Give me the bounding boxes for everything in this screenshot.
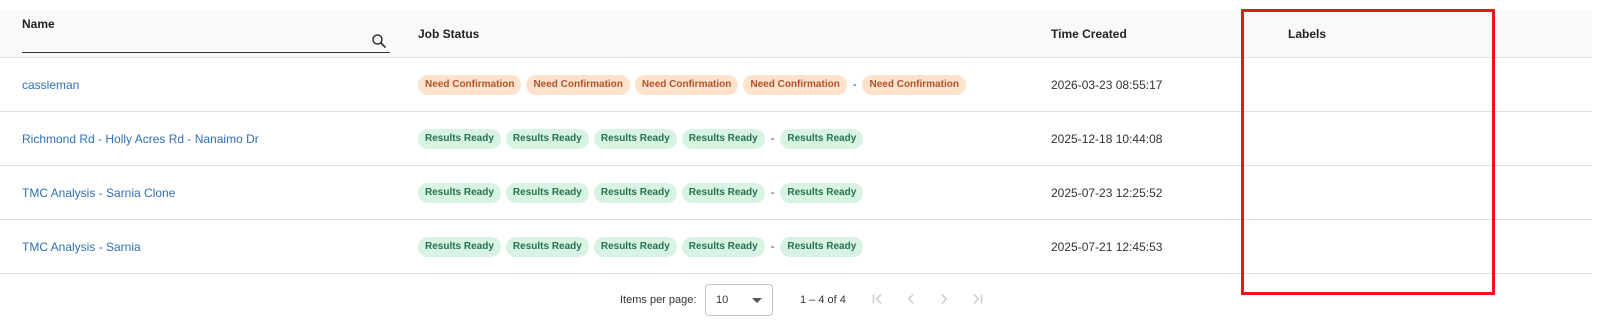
job-status-cell: Results Ready Results Ready Results Ready R… xyxy=(418,112,1018,165)
paginator: Items per page: 10 1 – 4 of 4 xyxy=(0,282,1599,316)
search-icon[interactable] xyxy=(370,32,388,50)
status-badge: Results Ready xyxy=(505,182,589,203)
first-page-icon[interactable] xyxy=(869,290,887,308)
page-size-select[interactable]: 10 xyxy=(705,284,773,316)
last-page-icon[interactable] xyxy=(968,290,986,308)
name-filter-underline xyxy=(22,52,390,53)
status-badge: Results Ready xyxy=(593,236,677,257)
status-badge: Results Ready xyxy=(505,128,589,149)
chevron-down-icon xyxy=(752,298,762,303)
chevron-right-icon[interactable] xyxy=(935,290,953,308)
header-job-status: Job Status xyxy=(418,26,480,41)
status-badge: Results Ready xyxy=(418,128,501,149)
status-separator: - xyxy=(770,240,775,253)
time-created: 2025-07-21 12:45:53 xyxy=(1051,239,1163,254)
status-separator: - xyxy=(770,186,775,199)
status-badge: Results Ready xyxy=(418,182,501,203)
time-created: 2026-03-23 08:55:17 xyxy=(1051,77,1163,92)
status-badge: Results Ready xyxy=(593,128,677,149)
status-badge: Need Confirmation xyxy=(862,74,966,95)
page-size-value: 10 xyxy=(716,294,729,306)
chevron-left-icon[interactable] xyxy=(902,290,920,308)
status-badge: Results Ready xyxy=(780,182,864,203)
time-created: 2025-07-23 12:25:52 xyxy=(1051,185,1163,200)
name-filter: Name xyxy=(22,15,390,53)
time-created: 2025-12-18 10:44:08 xyxy=(1051,131,1163,146)
header-name: Name xyxy=(22,17,55,31)
job-name-link[interactable]: cassleman xyxy=(22,78,79,92)
job-status-cell: Results Ready Results Ready Results Ready R… xyxy=(418,220,1018,273)
labels-column-highlight xyxy=(1241,9,1495,295)
status-badge: Results Ready xyxy=(505,236,589,257)
status-badge: Results Ready xyxy=(780,236,864,257)
status-badge: Results Ready xyxy=(681,128,765,149)
status-badge: Results Ready xyxy=(681,236,765,257)
status-badge: Results Ready xyxy=(593,182,677,203)
header-time-created: Time Created xyxy=(1051,26,1127,41)
status-separator: - xyxy=(852,78,857,91)
name-search-input[interactable] xyxy=(22,31,356,51)
status-badge: Need Confirmation xyxy=(418,74,522,95)
page-range-label: 1 – 4 of 4 xyxy=(800,294,846,306)
status-badge: Need Confirmation xyxy=(634,74,739,95)
job-name-link[interactable]: TMC Analysis - Sarnia xyxy=(22,240,141,254)
status-badge: Results Ready xyxy=(418,236,501,257)
status-badge: Results Ready xyxy=(780,128,864,149)
status-badge: Need Confirmation xyxy=(743,74,847,95)
status-separator: - xyxy=(770,132,775,145)
status-badge: Need Confirmation xyxy=(526,74,630,95)
job-name-link[interactable]: Richmond Rd - Holly Acres Rd - Nanaimo D… xyxy=(22,132,259,146)
job-name-link[interactable]: TMC Analysis - Sarnia Clone xyxy=(22,186,175,200)
items-per-page-label: Items per page: xyxy=(620,294,697,306)
job-status-cell: Need Confirmation Need Confirmation Need C… xyxy=(418,58,1018,111)
job-status-cell: Results Ready Results Ready Results Ready R… xyxy=(418,166,1018,219)
status-badge: Results Ready xyxy=(681,182,765,203)
